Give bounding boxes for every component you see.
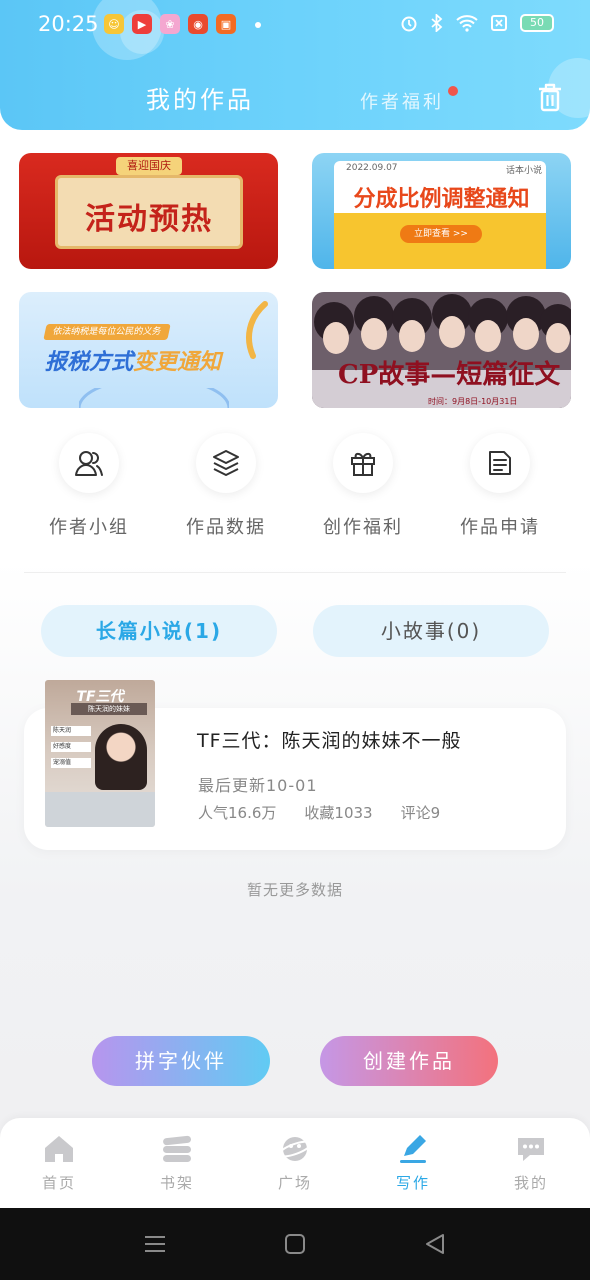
pink-app-icon: ❀ (160, 14, 180, 34)
no-sim-icon (491, 15, 507, 31)
nav-item-plaza[interactable]: 广场 (236, 1134, 354, 1193)
gift-icon (351, 452, 375, 476)
quick-creation-welfare[interactable]: 创作福利 (303, 433, 423, 539)
work-favorites: 收藏1033 (304, 804, 373, 822)
app-header: 20:25 ☺ ▶ ❀ ◉ ▣ 50 我的作品 作者福利 (0, 0, 590, 130)
quick-icon-circle (470, 433, 530, 493)
cover-list: 陈天润 好感度 宠溺值 (51, 726, 91, 774)
cover-list-item: 好感度 (51, 742, 91, 752)
banner-headline-highlight: 变更通知 (133, 350, 222, 375)
cover-subtitle: 陈天润的妹妹 (71, 703, 147, 715)
quick-icon-circle (333, 433, 393, 493)
cover-list-item: 陈天润 (51, 726, 91, 736)
nav-item-mine[interactable]: 我的 (472, 1134, 590, 1193)
home-key-icon[interactable] (283, 1232, 307, 1256)
cover-portrait (95, 724, 147, 790)
banner-headline-part: 报税方式 (45, 350, 134, 375)
banner-date: 2022.09.07 (346, 163, 398, 173)
wheat-decoration-icon (246, 301, 268, 359)
nav-label: 我的 (513, 1174, 548, 1192)
system-icons: 50 (400, 14, 554, 32)
work-stats: 人气16.6万 收藏1033 评论9 (198, 802, 440, 823)
banner-headline: 活动预热 (85, 202, 213, 237)
work-comments: 评论9 (400, 804, 441, 822)
banner-view-button: 立即查看 >> (400, 225, 482, 243)
kuaishou-icon: ▣ (216, 14, 236, 34)
bookshelf-icon (163, 1135, 191, 1162)
back-key-icon[interactable] (423, 1232, 447, 1256)
nav-label: 首页 (41, 1174, 76, 1192)
quick-author-group[interactable]: 作者小组 (29, 433, 149, 539)
nav-item-bookshelf[interactable]: 书架 (118, 1134, 236, 1193)
banner-headline: 分成比例调整通知 (353, 187, 530, 212)
no-more-data-text: 暂无更多数据 (246, 881, 343, 899)
banner-headline: 报税方式变更通知 (45, 344, 221, 376)
more-notifications-dot (255, 22, 261, 28)
create-work-button[interactable]: 创建作品 (320, 1036, 498, 1086)
work-cover[interactable]: TF三代 陈天润的妹妹 陈天润 好感度 宠溺值 (45, 680, 155, 827)
quick-label: 作品申请 (460, 517, 540, 538)
status-bar: 20:25 ☺ ▶ ❀ ◉ ▣ 50 (0, 0, 590, 52)
bottom-nav: 首页 书架 广场 写作 我的 (0, 1118, 590, 1208)
notification-icons: ☺ ▶ ❀ ◉ ▣ (104, 14, 236, 34)
plaza-planet-icon (277, 1137, 313, 1161)
page-title: 我的作品 (146, 86, 254, 114)
writing-partner-button[interactable]: 拼字伙伴 (92, 1036, 270, 1086)
banner-cp-story-contest[interactable]: CP故事—短篇征文 时间：9月8日-10月31日 (312, 292, 571, 408)
work-data-icon (213, 450, 239, 476)
weibo-icon: ◉ (188, 14, 208, 34)
nav-label: 写作 (395, 1174, 430, 1192)
cover-desk (45, 792, 155, 827)
wifi-icon (456, 15, 478, 32)
alarm-icon (401, 16, 417, 32)
nav-label: 广场 (277, 1174, 312, 1192)
banner-headline: CP故事—短篇征文 (338, 360, 561, 390)
nav-item-write[interactable]: 写作 (354, 1134, 472, 1193)
nav-item-home[interactable]: 首页 (0, 1134, 118, 1193)
profile-chat-icon (518, 1138, 544, 1161)
system-navigation-bar (0, 1208, 590, 1280)
banner-tax-method-notice[interactable]: 依法纳税是每位公民的义务 报税方式变更通知 (19, 292, 278, 408)
cover-list-item: 宠溺值 (51, 758, 91, 768)
work-title[interactable]: TF三代：陈天润的妹妹不一般 (197, 726, 462, 753)
application-doc-icon (489, 451, 511, 475)
quick-work-data[interactable]: 作品数据 (166, 433, 286, 539)
status-time: 20:25 (38, 12, 99, 36)
quick-label: 创作福利 (323, 517, 403, 538)
assistant-app-icon: ☺ (104, 14, 124, 34)
author-group-icon (75, 451, 103, 476)
bluetooth-icon (431, 14, 443, 32)
quick-icon-circle (196, 433, 256, 493)
quick-work-application[interactable]: 作品申请 (440, 433, 560, 539)
menu-key-icon[interactable] (143, 1232, 167, 1256)
tab-long-novel[interactable]: 长篇小说(1) (41, 605, 277, 657)
quick-label: 作者小组 (49, 517, 129, 538)
tab-author-welfare[interactable]: 作者福利 (360, 88, 444, 114)
nav-label: 书架 (159, 1174, 194, 1192)
arc-decoration-icon (79, 388, 229, 408)
video-app-icon: ▶ (132, 14, 152, 34)
banner-period: 时间：9月8日-10月31日 (428, 397, 518, 406)
trash-icon[interactable] (536, 82, 564, 112)
work-popularity: 人气16.6万 (198, 804, 277, 822)
banner-national-day-event[interactable]: 喜迎国庆 活动预热 (19, 153, 278, 269)
quick-icon-circle (59, 433, 119, 493)
home-icon (45, 1136, 73, 1162)
banner-source: 话本小说 (506, 166, 543, 176)
write-pen-icon (400, 1135, 426, 1163)
banner-revenue-share-notice[interactable]: 2022.09.07 话本小说 分成比例调整通知 立即查看 >> (312, 153, 571, 269)
section-divider (24, 572, 566, 573)
tab-short-story[interactable]: 小故事(0) (313, 605, 549, 657)
work-last-updated: 最后更新10-01 (198, 776, 318, 795)
banner-pill: 依法纳税是每位公民的义务 (43, 324, 171, 340)
battery-icon: 50 (520, 14, 554, 32)
banner-tag: 喜迎国庆 (116, 157, 182, 175)
quick-label: 作品数据 (186, 517, 266, 538)
welfare-badge-dot (448, 86, 458, 96)
banner-scroll: 活动预热 (55, 175, 243, 249)
